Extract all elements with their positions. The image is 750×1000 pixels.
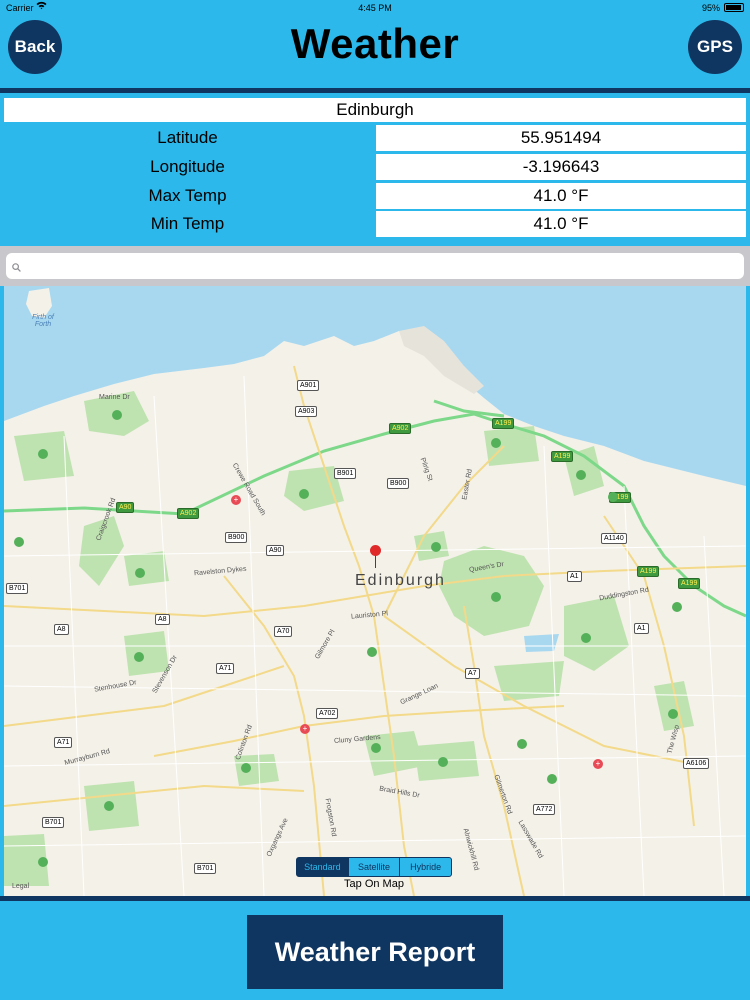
hospital-icon: + — [300, 724, 310, 734]
park-icon — [112, 410, 122, 420]
road-label: A199 — [678, 578, 701, 589]
road-label: A903 — [295, 406, 318, 417]
max-temp-value: 41.0 °F — [376, 183, 746, 209]
park-icon — [431, 542, 441, 552]
park-icon — [581, 633, 591, 643]
footer-divider — [0, 896, 750, 901]
water-label: Firth of Forth — [32, 314, 54, 328]
max-temp-label: Max Temp — [148, 186, 227, 205]
park — [124, 631, 169, 676]
pin-stem — [375, 554, 376, 568]
park-icon — [491, 438, 501, 448]
park-icon — [38, 857, 48, 867]
road-label: A90 — [266, 545, 285, 556]
park-icon — [104, 801, 114, 811]
road-label: A199 — [492, 418, 515, 429]
tap-on-map-label: Tap On Map — [344, 878, 404, 890]
location-pin-icon[interactable] — [370, 545, 381, 556]
weather-report-button[interactable]: Weather Report — [247, 915, 503, 989]
battery-percent: 95% — [701, 3, 720, 13]
search-input[interactable] — [6, 253, 744, 279]
road-label: A902 — [177, 508, 200, 519]
road-label: B701 — [42, 817, 65, 828]
map-view[interactable]: Firth of Forth A901 A903 A902 A199 A199 … — [4, 286, 746, 896]
park-icon — [517, 739, 527, 749]
status-bar: Carrier 4:45 PM 95% — [0, 0, 750, 16]
park-icon — [299, 489, 309, 499]
park-icon — [547, 774, 557, 784]
park-icon — [14, 537, 24, 547]
road-label: A1 — [567, 571, 582, 582]
search-bar — [0, 246, 750, 286]
park — [124, 551, 169, 586]
min-temp-row: Min Temp 41.0 °F — [0, 211, 750, 237]
map-city-label: Edinburgh — [355, 572, 446, 589]
street-label: Marine Dr — [99, 394, 130, 401]
map-type-satellite[interactable]: Satellite — [349, 858, 401, 876]
page-title: Weather — [290, 20, 460, 67]
map-type-selector: Standard Satellite Hybride — [296, 857, 452, 877]
road-label: A8 — [155, 614, 170, 625]
nav-bar: Back Weather GPS — [0, 16, 750, 88]
road-label: A71 — [54, 737, 73, 748]
latitude-value: 55.951494 — [376, 125, 746, 151]
road-label: A902 — [389, 423, 412, 434]
park-icon — [576, 470, 586, 480]
park — [439, 546, 544, 636]
park-icon — [134, 652, 144, 662]
latitude-label: Latitude — [157, 128, 218, 147]
park-icon — [491, 592, 501, 602]
road-label: A71 — [216, 663, 235, 674]
road-label: B900 — [387, 478, 410, 489]
road-label: A901 — [297, 380, 320, 391]
map-type-hybride[interactable]: Hybride — [400, 858, 451, 876]
hospital-icon: + — [231, 495, 241, 505]
park-icon — [38, 449, 48, 459]
park-icon — [371, 743, 381, 753]
park-icon — [608, 492, 618, 502]
min-temp-value: 41.0 °F — [376, 211, 746, 237]
road-label: A70 — [274, 626, 293, 637]
road-label: A1 — [634, 623, 649, 634]
search-icon — [12, 259, 21, 277]
road-label: A199 — [551, 451, 574, 462]
city-field[interactable]: Edinburgh — [4, 98, 746, 122]
park — [564, 596, 629, 671]
legal-link[interactable]: Legal — [12, 883, 29, 890]
park-icon — [672, 602, 682, 612]
map-type-standard[interactable]: Standard — [297, 858, 349, 876]
road-label: B900 — [225, 532, 248, 543]
park-icon — [438, 757, 448, 767]
min-temp-label: Min Temp — [150, 214, 225, 233]
road-label: B901 — [334, 468, 357, 479]
road-label: A772 — [533, 804, 556, 815]
road-label: A1140 — [601, 533, 627, 544]
longitude-value: -3.196643 — [376, 154, 746, 180]
gps-button[interactable]: GPS — [688, 20, 742, 74]
road-label: B701 — [194, 863, 217, 874]
clock: 4:45 PM — [358, 3, 392, 13]
park-icon — [241, 763, 251, 773]
road-label: A90 — [116, 502, 135, 513]
water-area — [4, 286, 746, 486]
longitude-label: Longitude — [150, 157, 225, 176]
road-label: A8 — [54, 624, 69, 635]
header-divider — [0, 88, 750, 93]
park-icon — [668, 709, 678, 719]
road-label: A7 — [465, 668, 480, 679]
road-label: A199 — [637, 566, 660, 577]
longitude-row: Longitude -3.196643 — [0, 154, 750, 180]
battery-icon — [724, 3, 744, 12]
road-label: B701 — [6, 583, 29, 594]
max-temp-row: Max Temp 41.0 °F — [0, 183, 750, 209]
road-label: A702 — [316, 708, 339, 719]
latitude-row: Latitude 55.951494 — [0, 125, 750, 151]
park-icon — [367, 647, 377, 657]
road-label: A6106 — [683, 758, 710, 769]
park-icon — [135, 568, 145, 578]
hospital-icon: + — [593, 759, 603, 769]
pond — [524, 634, 559, 652]
